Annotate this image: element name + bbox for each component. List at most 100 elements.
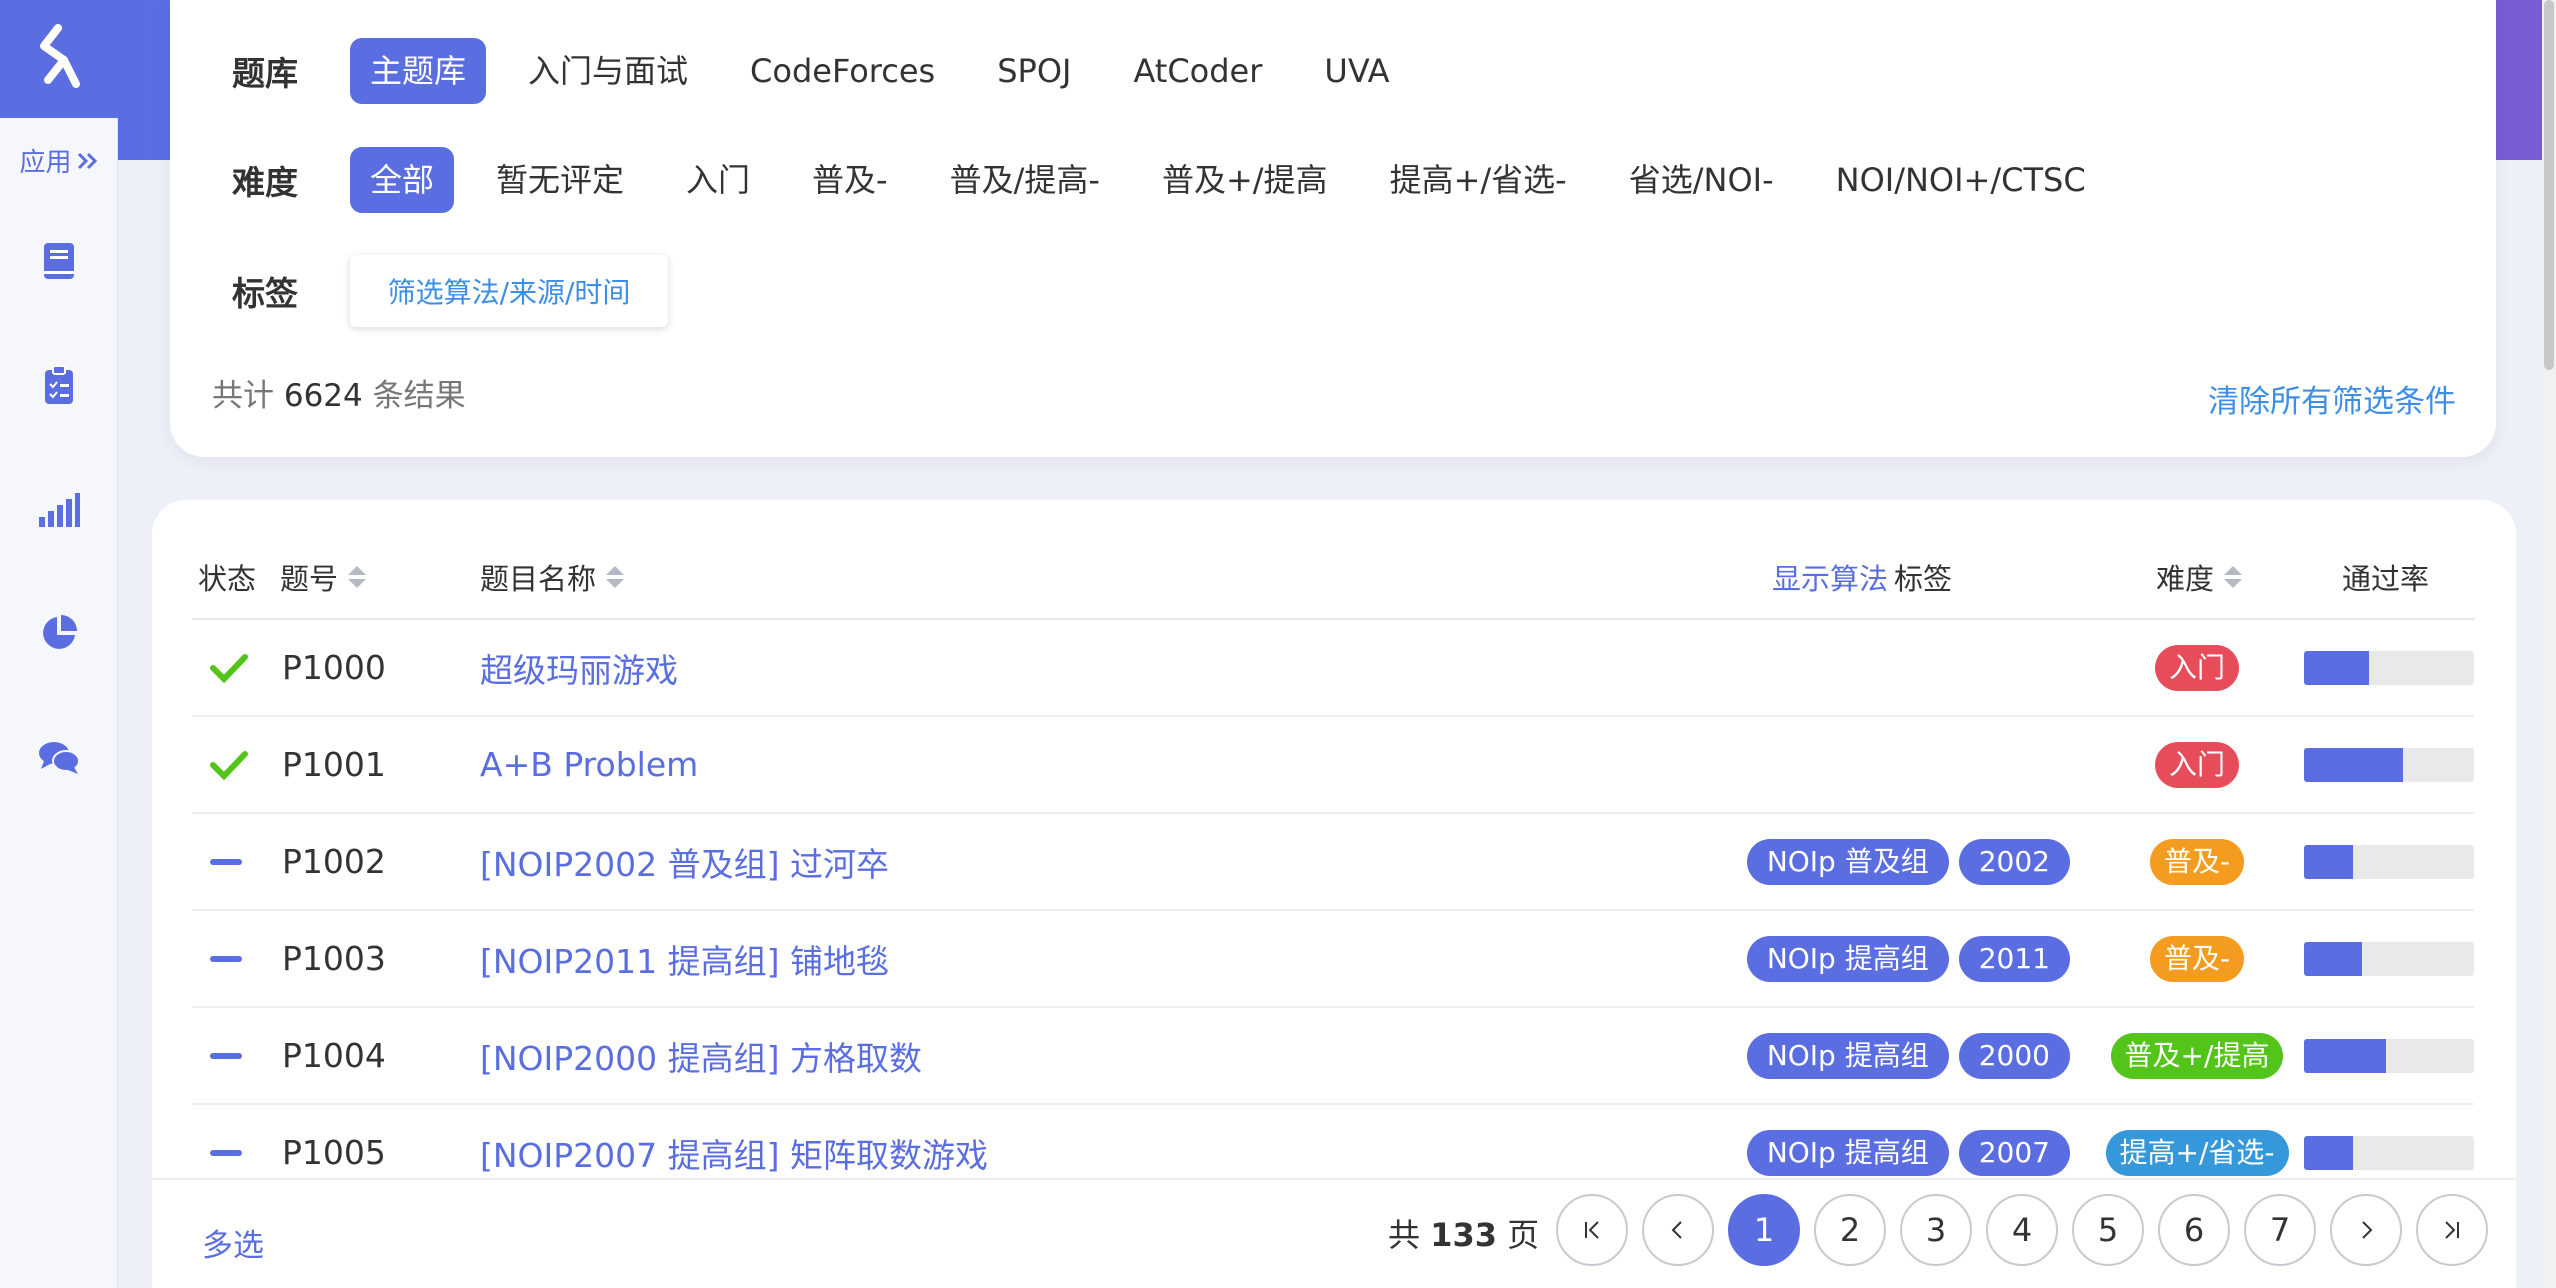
header-id[interactable]: 题号	[280, 556, 367, 598]
sidebar-item-discuss[interactable]	[0, 695, 118, 819]
status-cell	[210, 620, 248, 715]
page-scrollbar[interactable]	[2542, 0, 2556, 1288]
tag-select-button[interactable]: 筛选算法/来源/时间	[350, 255, 668, 327]
last-page-button[interactable]	[2416, 1194, 2488, 1266]
page-button-2[interactable]: 2	[1814, 1194, 1886, 1266]
next-page-button[interactable]	[2330, 1194, 2402, 1266]
tag-list: NOIp 普及组 2002	[1737, 814, 2070, 909]
clear-filters-link[interactable]: 清除所有筛选条件	[2208, 376, 2456, 421]
difficulty-option-noi[interactable]: NOI/NOI+/CTSC	[1816, 147, 2106, 213]
pass-rate-fill	[2304, 650, 2369, 685]
page-button-4[interactable]: 4	[1986, 1194, 2058, 1266]
difficulty-option-popular-advanced[interactable]: 普及/提高-	[930, 147, 1120, 213]
total-pages: 共 133 页	[1388, 1210, 1539, 1256]
page-button-1[interactable]: 1	[1728, 1194, 1800, 1266]
status-cell	[210, 814, 242, 909]
difficulty-badge: 普及+/提高	[2110, 1032, 2284, 1079]
pass-rate-cell	[2304, 1008, 2474, 1103]
table-row: P1002 [NOIP2002 普及组] 过河卒 NOIp 普及组 2002 普及-	[192, 814, 2474, 911]
show-algorithm-toggle[interactable]: 显示算法	[1772, 556, 1888, 598]
difficulty-badge: 提高+/省选-	[2105, 1129, 2289, 1176]
difficulty-cell: 普及-	[2062, 814, 2332, 909]
problem-id: P1000	[282, 648, 386, 687]
library-option-codeforces[interactable]: CodeForces	[730, 38, 955, 104]
library-filter: 题库 主题库 入门与面试 CodeForces SPOJ AtCoder UVA	[232, 38, 1432, 104]
problem-tag[interactable]: NOIp 提高组	[1746, 935, 1949, 982]
problem-tag[interactable]: NOIp 提高组	[1746, 1032, 1949, 1079]
library-label: 题库	[232, 54, 298, 93]
difficulty-option-popular-plus[interactable]: 普及+/提高	[1142, 147, 1348, 213]
problem-tag[interactable]: 2007	[1958, 1129, 2070, 1176]
check-icon	[210, 653, 248, 683]
page-list: 1 2 3 4 5 6 7	[1556, 1194, 2488, 1266]
problem-tag[interactable]: NOIp 提高组	[1746, 1129, 1949, 1176]
pass-rate-bar	[2304, 1135, 2474, 1170]
difficulty-option-all[interactable]: 全部	[350, 147, 455, 213]
problem-title-link[interactable]: [NOIP2011 提高组] 铺地毯	[480, 911, 889, 1006]
header-pass-rate-label: 通过率	[2342, 562, 2430, 596]
difficulty-option-beginner[interactable]: 入门	[666, 147, 770, 213]
problem-id: P1002	[282, 842, 386, 881]
apps-link[interactable]: 应用	[0, 142, 117, 179]
header-title[interactable]: 题目名称	[480, 556, 625, 598]
problem-tag[interactable]: 2002	[1958, 838, 2070, 885]
chevron-left-icon	[1671, 1221, 1682, 1239]
page-button-7[interactable]: 7	[2244, 1194, 2316, 1266]
difficulty-filter: 难度 全部 暂无评定 入门 普及- 普及/提高- 普及+/提高 提高+/省选- …	[232, 147, 2128, 213]
library-option-uva[interactable]: UVA	[1304, 38, 1409, 104]
problem-tag[interactable]: 2000	[1958, 1032, 2070, 1079]
unattempted-dash-icon	[210, 1149, 242, 1156]
page-button-3[interactable]: 3	[1900, 1194, 1972, 1266]
sort-icon	[2224, 566, 2243, 588]
header-tags-label: 标签	[1894, 562, 1953, 596]
header-tags: 显示算法 标签	[1772, 556, 1952, 598]
sidebar-item-stats[interactable]	[0, 571, 118, 695]
multi-select-button[interactable]: 多选	[202, 1220, 264, 1265]
sidebar: 应用	[0, 0, 118, 1288]
difficulty-option-advanced-plus[interactable]: 提高+/省选-	[1370, 147, 1587, 213]
unattempted-dash-icon	[210, 955, 242, 962]
prev-page-button[interactable]	[1642, 1194, 1714, 1266]
page-button-5[interactable]: 5	[2072, 1194, 2144, 1266]
bar-signal-icon	[39, 493, 80, 527]
problem-title-link[interactable]: 超级玛丽游戏	[480, 620, 678, 715]
unattempted-dash-icon	[210, 1052, 242, 1059]
header-difficulty[interactable]: 难度	[2156, 556, 2243, 598]
difficulty-option-unrated[interactable]: 暂无评定	[476, 147, 644, 213]
result-count-value: 6624	[283, 378, 363, 414]
logo[interactable]	[0, 0, 118, 118]
library-option-spoj[interactable]: SPOJ	[977, 38, 1091, 104]
pass-rate-cell	[2304, 814, 2474, 909]
chevron-right-icon	[2362, 1221, 2373, 1239]
problem-tag[interactable]: 2011	[1958, 935, 2070, 982]
scrollbar-thumb[interactable]	[2544, 0, 2554, 370]
sidebar-item-problems[interactable]	[0, 199, 118, 323]
problem-title-link[interactable]: [NOIP2002 普及组] 过河卒	[480, 814, 889, 909]
problem-title-link[interactable]: A+B Problem	[480, 717, 698, 812]
library-option-intro[interactable]: 入门与面试	[508, 38, 708, 104]
difficulty-cell: 入门	[2062, 620, 2332, 715]
first-page-button[interactable]	[1556, 1194, 1628, 1266]
pass-rate-cell	[2304, 911, 2474, 1006]
last-page-icon	[2445, 1221, 2459, 1239]
difficulty-option-popular-minus[interactable]: 普及-	[792, 147, 908, 213]
difficulty-option-provincial[interactable]: 省选/NOI-	[1609, 147, 1794, 213]
sort-icon	[348, 566, 367, 588]
sidebar-item-ranking[interactable]	[0, 447, 118, 571]
problem-title-link[interactable]: [NOIP2000 提高组] 方格取数	[480, 1008, 922, 1103]
clipboard-icon	[45, 365, 73, 404]
unattempted-dash-icon	[210, 858, 242, 865]
header-difficulty-label: 难度	[2156, 562, 2215, 596]
page-button-6[interactable]: 6	[2158, 1194, 2230, 1266]
book-icon	[44, 243, 74, 279]
sidebar-item-records[interactable]	[0, 323, 118, 447]
problem-tag[interactable]: NOIp 普及组	[1746, 838, 1949, 885]
tag-label: 标签	[232, 274, 298, 313]
library-option-main[interactable]: 主题库	[350, 38, 487, 104]
table-header: 状态 题号 题目名称 显示算法 标签 难度 通过率	[192, 556, 2474, 620]
result-count: 共计 6624 条结果	[212, 370, 466, 415]
header-status: 状态	[198, 556, 256, 598]
library-option-atcoder[interactable]: AtCoder	[1113, 38, 1282, 104]
status-cell	[210, 1008, 242, 1103]
filter-panel: 题库 主题库 入门与面试 CodeForces SPOJ AtCoder UVA…	[170, 0, 2496, 457]
